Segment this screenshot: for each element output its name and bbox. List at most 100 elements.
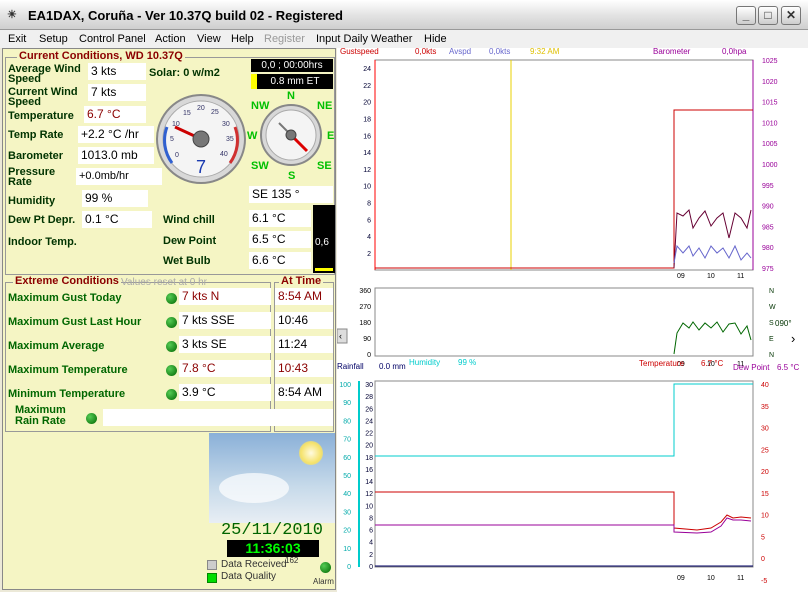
- menu-exit[interactable]: Exit: [8, 33, 26, 45]
- extreme-led: [166, 293, 177, 304]
- extreme-led: [166, 317, 177, 328]
- svg-text:NE: NE: [317, 100, 332, 112]
- axis-tick-label: 70: [343, 437, 351, 444]
- axis-tick-label: 100: [339, 382, 351, 389]
- data-quality-label: Data Quality: [221, 571, 277, 582]
- menu-bar: Exit Setup Control Panel Action View Hel…: [0, 30, 808, 48]
- axis-tick-label: 22: [365, 431, 373, 438]
- indoor-temp-label: Indoor Temp.: [8, 236, 77, 248]
- rain-bar: 0,6: [313, 205, 335, 273]
- extreme-led: [166, 341, 177, 352]
- cloud-icon: [219, 473, 289, 503]
- axis-tick-label: 2: [369, 552, 373, 559]
- scroll-right-icon: ›: [791, 331, 795, 346]
- maximize-button[interactable]: □: [758, 6, 778, 25]
- barometer-value: 1013.0 mb: [78, 147, 154, 164]
- app-icon: ☀: [7, 9, 17, 21]
- axis-tick-label: 1000: [762, 162, 778, 169]
- sun-icon: [299, 441, 323, 465]
- at-time-heading: At Time: [279, 275, 324, 287]
- g1-avg-label: Avspd: [449, 48, 471, 56]
- app-window: ☀ EA1DAX, Coruña - Ver 10.37Q build 02 -…: [0, 0, 808, 592]
- wind-direction-compass: N NE E SE S SW W NW: [247, 90, 334, 181]
- wind-baro-graph: Gustspeed 0,0kts Avspd 0,0kts 9:32 AM Ba…: [340, 47, 778, 280]
- weather-image: [209, 433, 335, 523]
- axis-tick-label: 0: [367, 352, 371, 359]
- svg-text:25: 25: [211, 109, 219, 116]
- g3-temp-label: Temperature: [639, 359, 684, 368]
- axis-tick-label: 1025: [762, 58, 778, 65]
- svg-text:E: E: [327, 130, 334, 142]
- axis-tick-label: 10: [761, 513, 769, 520]
- title-bar: ☀ EA1DAX, Coruña - Ver 10.37Q build 02 -…: [0, 0, 808, 30]
- dew-depr-label: Dew Pt Depr.: [8, 214, 76, 226]
- svg-text:20: 20: [197, 105, 205, 112]
- svg-text:0: 0: [175, 152, 179, 159]
- wind-chill-value: 6.1 °C: [249, 210, 311, 227]
- g3-dew-value: 6.5 °C: [777, 363, 800, 372]
- g3-temp-value: 6.7 °C: [701, 359, 724, 368]
- data-received-count: 162: [285, 556, 299, 565]
- menu-setup[interactable]: Setup: [39, 33, 68, 45]
- rain-bar-value: 0,6: [315, 237, 329, 248]
- axis-tick-label: 5: [761, 534, 765, 541]
- axis-tick-label: 8: [369, 515, 373, 522]
- alarm-led[interactable]: [320, 562, 331, 573]
- extreme-time: 10:43: [275, 360, 333, 377]
- axis-tick-label: 12: [365, 491, 373, 498]
- temp-rate-value: +2.2 °C /hr: [78, 126, 154, 143]
- axis-tick-label: W: [769, 304, 776, 311]
- dew-point-label: Dew Point: [163, 235, 217, 247]
- menu-help[interactable]: Help: [231, 33, 254, 45]
- wet-bulb-label: Wet Bulb: [163, 255, 211, 267]
- extreme-label: Maximum Temperature: [8, 364, 128, 376]
- alarm-label: Alarm: [313, 577, 334, 586]
- extreme-time: 10:46: [275, 312, 333, 329]
- window-title: EA1DAX, Coruña - Ver 10.37Q build 02 - R…: [28, 8, 343, 23]
- axis-tick-label: 20: [343, 528, 351, 535]
- axis-tick-label: 35: [761, 404, 769, 411]
- svg-text:5: 5: [170, 136, 174, 143]
- axis-tick-label: 0: [347, 564, 351, 571]
- svg-text:W: W: [247, 130, 258, 142]
- max-rain-rate-label: Maximum Rain Rate: [15, 404, 66, 427]
- humidity-label: Humidity: [8, 195, 56, 207]
- axis-tick-label: 20: [363, 100, 371, 107]
- axis-tick-label: 50: [343, 473, 351, 480]
- axis-tick-label: 12: [363, 167, 371, 174]
- menu-control-panel[interactable]: Control Panel: [79, 33, 146, 45]
- extreme-value: 7 kts SSE: [179, 312, 271, 329]
- g2-dir-value: 090°: [775, 319, 792, 328]
- axis-tick-label: 20: [365, 443, 373, 450]
- menu-action[interactable]: Action: [155, 33, 186, 45]
- g3-hum-label: Humidity: [409, 358, 440, 367]
- menu-input-daily-weather[interactable]: Input Daily Weather: [316, 33, 412, 45]
- svg-text:SE: SE: [317, 160, 332, 172]
- axis-tick-label: 1010: [762, 120, 778, 127]
- menu-register[interactable]: Register: [264, 33, 305, 45]
- menu-view[interactable]: View: [197, 33, 221, 45]
- x-tick-label: 11: [737, 575, 744, 582]
- svg-text:N: N: [287, 90, 295, 102]
- x-tick-label: 10: [707, 575, 715, 582]
- axis-tick-label: S: [769, 320, 774, 327]
- g3-hum-value: 99 %: [458, 358, 476, 367]
- minimize-button[interactable]: _: [736, 6, 756, 25]
- menu-hide[interactable]: Hide: [424, 33, 447, 45]
- extreme-time: 11:24: [275, 336, 333, 353]
- barometer-label: Barometer: [8, 150, 64, 162]
- wind-speed-gauge: 0 5 10 15 20 25 30 35 40 7: [156, 94, 246, 184]
- axis-tick-label: 975: [762, 266, 774, 273]
- dew-depr-value: 0.1 °C: [82, 211, 152, 228]
- axis-tick-label: 16: [365, 467, 373, 474]
- g1-baro-value: 0,0hpa: [722, 48, 747, 56]
- close-button[interactable]: ✕: [781, 6, 801, 25]
- svg-text:S: S: [288, 170, 295, 181]
- axis-tick-label: 18: [363, 116, 371, 123]
- rain-today-value: 0,0 ; 00:00hrs: [251, 59, 333, 72]
- axis-tick-label: 1020: [762, 79, 778, 86]
- g1-avg-value: 0,0kts: [489, 48, 510, 56]
- g1-gust-value: 0,0kts: [415, 48, 436, 56]
- cur-wind-label: Current Wind Speed: [8, 86, 78, 108]
- data-quality-indicator: [207, 573, 217, 583]
